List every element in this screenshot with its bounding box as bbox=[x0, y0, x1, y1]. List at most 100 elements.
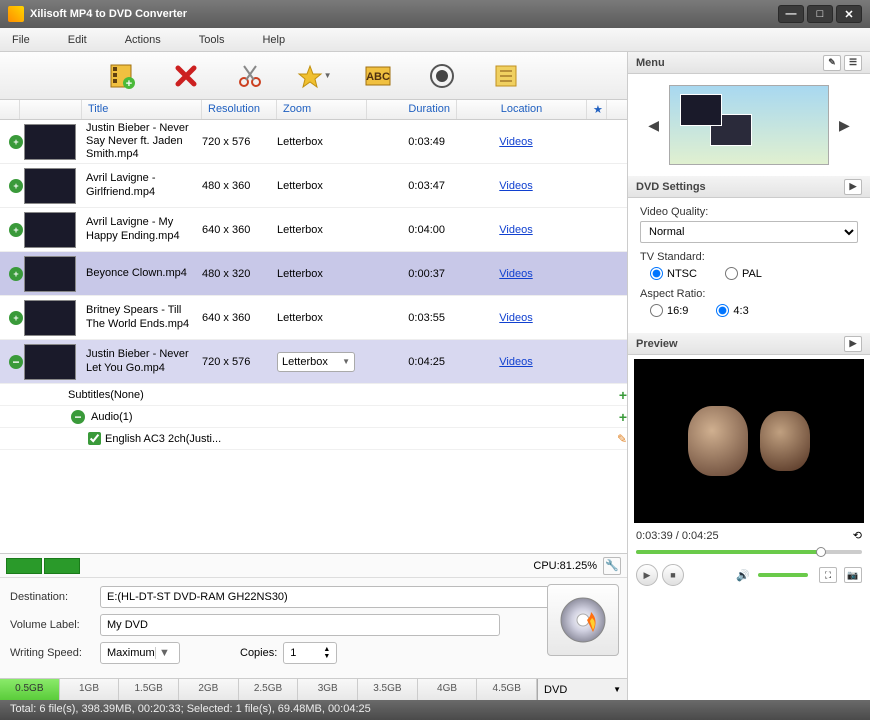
col-duration[interactable]: Duration bbox=[367, 100, 457, 119]
snapshot-button[interactable]: 📷 bbox=[844, 567, 862, 583]
file-row[interactable]: +Avril Lavigne - My Happy Ending.mp4640 … bbox=[0, 208, 627, 252]
svg-text:+: + bbox=[125, 78, 131, 90]
add-file-button[interactable]: + bbox=[104, 58, 140, 94]
burn-button[interactable] bbox=[424, 58, 460, 94]
size-segment: 4GB bbox=[418, 679, 478, 700]
video-quality-select[interactable]: Normal bbox=[640, 221, 858, 243]
col-title[interactable]: Title bbox=[82, 100, 202, 119]
writing-speed-select[interactable]: Maximum▼ bbox=[100, 642, 180, 664]
file-row[interactable]: +Justin Bieber - Never Say Never ft. Jad… bbox=[0, 120, 627, 164]
maximize-button[interactable]: □ bbox=[807, 5, 833, 23]
stop-button[interactable]: ■ bbox=[662, 564, 684, 586]
col-resolution[interactable]: Resolution bbox=[202, 100, 277, 119]
col-location[interactable]: Location bbox=[457, 100, 587, 119]
size-gauge: 0.5GB1GB1.5GB2GB2.5GB3GB3.5GB4GB4.5GBDVD… bbox=[0, 678, 627, 700]
size-segment: 0.5GB bbox=[0, 679, 60, 700]
effects-button[interactable]: ▼ bbox=[296, 58, 332, 94]
col-star[interactable]: ★ bbox=[587, 100, 607, 119]
expand-icon[interactable]: + bbox=[9, 179, 23, 193]
expand-icon[interactable]: + bbox=[9, 135, 23, 149]
preview-video[interactable] bbox=[634, 359, 864, 523]
dvd-settings-body: Video Quality: Normal TV Standard: NTSC … bbox=[628, 198, 870, 333]
file-row[interactable]: + Britney Spears - Till The World Ends.mp… bbox=[0, 296, 627, 340]
location-link[interactable]: Videos bbox=[499, 312, 532, 324]
status-bar: Total: 6 file(s), 398.39MB, 00:20:33; Se… bbox=[0, 700, 870, 720]
file-row[interactable]: −Justin Bieber - Never Let You Go.mp4720… bbox=[0, 340, 627, 384]
audiotrack-checkbox[interactable] bbox=[88, 432, 101, 445]
cpu-bar: CPU:81.25% 🔧 bbox=[0, 553, 627, 577]
copies-label: Copies: bbox=[240, 647, 277, 659]
video-quality-label: Video Quality: bbox=[640, 206, 858, 218]
zoom-select[interactable]: Letterbox▼ bbox=[277, 352, 355, 372]
subrow-audio[interactable]: −Audio(1)+ bbox=[0, 406, 627, 428]
loop-icon[interactable]: ⟲ bbox=[853, 529, 862, 542]
close-button[interactable]: ✕ bbox=[836, 5, 862, 23]
menu-next-button[interactable]: ▶ bbox=[835, 113, 854, 138]
file-row[interactable]: +Avril Lavigne - Girlfriend.mp4480 x 360… bbox=[0, 164, 627, 208]
volume-label-label: Volume Label: bbox=[10, 619, 100, 631]
minimize-button[interactable]: — bbox=[778, 5, 804, 23]
list-button[interactable] bbox=[488, 58, 524, 94]
expand-icon[interactable]: + bbox=[9, 267, 23, 281]
location-link[interactable]: Videos bbox=[499, 136, 532, 148]
file-title: Avril Lavigne - Girlfriend.mp4 bbox=[80, 170, 196, 200]
location-link[interactable]: Videos bbox=[499, 224, 532, 236]
location-link[interactable]: Videos bbox=[499, 180, 532, 192]
menu-help[interactable]: Help bbox=[262, 34, 285, 46]
menu-edit-button[interactable]: ✎ bbox=[823, 55, 841, 71]
volume-label-input[interactable]: My DVD bbox=[100, 614, 500, 636]
expand-icon[interactable]: + bbox=[9, 223, 23, 237]
subrow-subtitles[interactable]: Subtitles(None)+ bbox=[0, 384, 627, 406]
file-row[interactable]: +Beyonce Clown.mp4480 x 320Letterbox0:00… bbox=[0, 252, 627, 296]
ntsc-radio[interactable]: NTSC bbox=[650, 267, 697, 280]
pal-radio[interactable]: PAL bbox=[725, 267, 762, 280]
menu-template-thumb[interactable] bbox=[669, 85, 829, 165]
dvd-settings-expand-button[interactable]: ▶ bbox=[844, 179, 862, 195]
size-segment: 1GB bbox=[60, 679, 120, 700]
menu-list-button[interactable]: ☰ bbox=[844, 55, 862, 71]
ar-43-radio[interactable]: 4:3 bbox=[716, 304, 748, 317]
subtitle-button[interactable]: ABC bbox=[360, 58, 396, 94]
volume-slider[interactable] bbox=[758, 573, 808, 577]
preview-body: 0:03:39 / 0:04:25 ⟲ ▶ ■ 🔊 ⛶ 📷 bbox=[628, 355, 870, 700]
add-icon[interactable]: + bbox=[619, 409, 627, 425]
play-button[interactable]: ▶ bbox=[636, 564, 658, 586]
file-thumb bbox=[24, 300, 76, 336]
app-logo-icon bbox=[8, 6, 24, 22]
menu-edit[interactable]: Edit bbox=[68, 34, 87, 46]
menu-prev-button[interactable]: ◀ bbox=[644, 113, 663, 138]
location-link[interactable]: Videos bbox=[499, 356, 532, 368]
destination-select[interactable]: E:(HL-DT-ST DVD-RAM GH22NS30)▼ bbox=[100, 586, 617, 608]
size-segment: 3GB bbox=[298, 679, 358, 700]
collapse-icon[interactable]: − bbox=[9, 355, 23, 369]
file-thumb bbox=[24, 256, 76, 292]
file-thumb bbox=[24, 344, 76, 380]
edit-icon[interactable]: ✎ bbox=[617, 432, 627, 446]
cpu-settings-button[interactable]: 🔧 bbox=[603, 557, 621, 575]
preview-panel-header: Preview ▶ bbox=[628, 333, 870, 355]
file-title: Britney Spears - Till The World Ends.mp4 bbox=[80, 302, 196, 332]
menu-file[interactable]: File bbox=[12, 34, 30, 46]
fullscreen-button[interactable]: ⛶ bbox=[819, 567, 837, 583]
ar-169-radio[interactable]: 16:9 bbox=[650, 304, 688, 317]
delete-button[interactable] bbox=[168, 58, 204, 94]
subrow-audiotrack[interactable]: English AC3 2ch(Justi...✎ bbox=[0, 428, 627, 450]
copies-spinner[interactable]: 1▲▼ bbox=[283, 642, 337, 664]
start-burn-button[interactable] bbox=[547, 584, 619, 656]
file-thumb bbox=[24, 168, 76, 204]
disc-type-select[interactable]: DVD▼ bbox=[537, 679, 627, 700]
menu-tools[interactable]: Tools bbox=[199, 34, 225, 46]
volume-icon[interactable]: 🔊 bbox=[736, 569, 750, 582]
toolbar: + ▼ ABC bbox=[0, 52, 627, 100]
cut-button[interactable] bbox=[232, 58, 268, 94]
location-link[interactable]: Videos bbox=[499, 268, 532, 280]
collapse-icon[interactable]: − bbox=[71, 410, 85, 424]
col-zoom[interactable]: Zoom bbox=[277, 100, 367, 119]
add-icon[interactable]: + bbox=[619, 387, 627, 403]
file-title: Beyonce Clown.mp4 bbox=[80, 265, 196, 282]
expand-icon[interactable]: + bbox=[9, 311, 23, 325]
preview-seek-slider[interactable] bbox=[636, 546, 862, 558]
preview-expand-button[interactable]: ▶ bbox=[844, 336, 862, 352]
menu-actions[interactable]: Actions bbox=[125, 34, 161, 46]
preview-time: 0:03:39 / 0:04:25 bbox=[636, 530, 719, 542]
